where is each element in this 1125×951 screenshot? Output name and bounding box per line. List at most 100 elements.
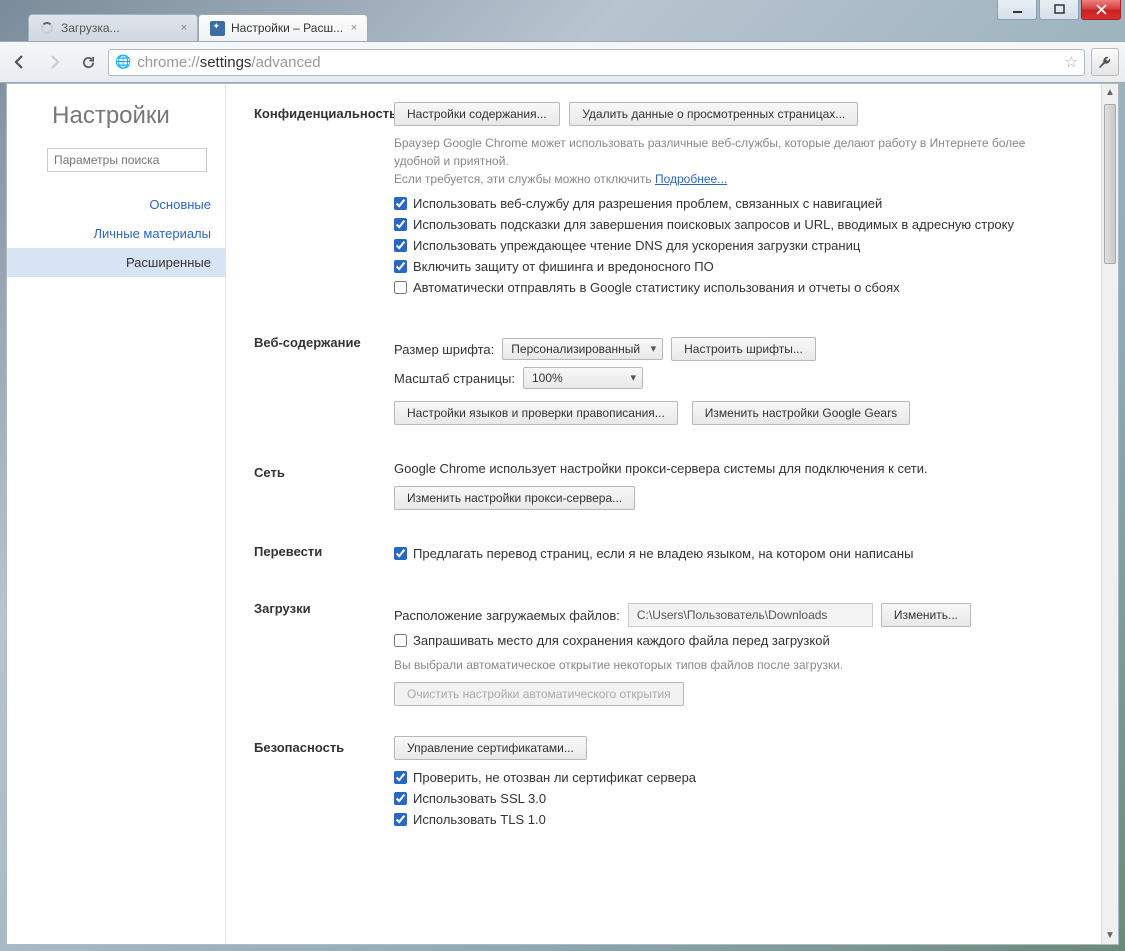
wrench-favicon-icon (209, 20, 225, 36)
chk-phishing: Включить защиту от фишинга и вредоносног… (394, 259, 1073, 274)
section-title-translate: Перевести (254, 540, 394, 567)
tab-strip: Загрузка... × Настройки – Расш... × (0, 0, 1125, 41)
chk-phishing-box[interactable] (394, 260, 407, 273)
forward-button[interactable] (40, 48, 68, 76)
tab-label: Настройки – Расш... (231, 21, 343, 35)
chk-label: Использовать веб-службу для разрешения п… (413, 196, 882, 211)
chk-navigation-error: Использовать веб-службу для разрешения п… (394, 196, 1073, 211)
tab-loading[interactable]: Загрузка... × (28, 14, 198, 41)
section-title-privacy: Конфиденциальность (254, 102, 394, 301)
section-title-webcontent: Веб-содержание (254, 331, 394, 431)
chk-ssl3: Использовать SSL 3.0 (394, 791, 1073, 806)
change-download-button[interactable]: Изменить... (881, 603, 971, 627)
clear-auto-open-button[interactable]: Очистить настройки автоматического откры… (394, 682, 684, 706)
content-settings-button[interactable]: Настройки содержания... (394, 102, 560, 126)
scroll-down-icon[interactable]: ▼ (1102, 927, 1118, 944)
download-location-label: Расположение загружаемых файлов: (394, 608, 620, 623)
wrench-menu-button[interactable] (1091, 48, 1119, 76)
nav-item-personal[interactable]: Личные материалы (7, 219, 225, 248)
chk-ask-save: Запрашивать место для сохранения каждого… (394, 633, 1073, 648)
tab-close-icon[interactable]: × (177, 21, 191, 35)
settings-sidebar: Настройки Основные Личные материалы Расш… (7, 84, 226, 944)
chk-translate-box[interactable] (394, 547, 407, 560)
window-controls (997, 0, 1121, 20)
language-settings-button[interactable]: Настройки языков и проверки правописания… (394, 401, 678, 425)
globe-icon: 🌐 (115, 54, 131, 70)
section-privacy: Конфиденциальность Настройки содержания.… (254, 102, 1073, 301)
url-host: settings (200, 54, 252, 71)
tab-label: Загрузка... (61, 21, 120, 35)
font-size-select[interactable]: Персонализированный (502, 338, 663, 360)
privacy-help-text: Браузер Google Chrome может использовать… (394, 134, 1073, 188)
bookmark-star-icon[interactable]: ☆ (1065, 53, 1078, 71)
chk-label: Автоматически отправлять в Google статис… (413, 280, 900, 295)
section-webcontent: Веб-содержание Размер шрифта: Персонализ… (254, 331, 1073, 431)
url-scheme: chrome:// (137, 54, 200, 71)
close-button[interactable] (1081, 0, 1121, 20)
reload-button[interactable] (74, 48, 102, 76)
nav-item-advanced[interactable]: Расширенные (7, 248, 225, 277)
chk-navigation-error-box[interactable] (394, 197, 407, 210)
chk-label: Предлагать перевод страниц, если я не вл… (413, 546, 913, 561)
learn-more-link[interactable]: Подробнее... (655, 172, 727, 186)
proxy-settings-button[interactable]: Изменить настройки прокси-сервера... (394, 486, 635, 510)
scroll-up-icon[interactable]: ▲ (1102, 84, 1118, 101)
spinner-icon (39, 20, 55, 36)
settings-main: Конфиденциальность Настройки содержания.… (226, 84, 1101, 944)
minimize-button[interactable] (997, 0, 1037, 20)
chk-cert-revocation-box[interactable] (394, 771, 407, 784)
section-title-security: Безопасность (254, 736, 394, 833)
section-title-downloads: Загрузки (254, 597, 394, 706)
maximize-button[interactable] (1039, 0, 1079, 20)
chk-dns-prefetch-box[interactable] (394, 239, 407, 252)
scroll-thumb[interactable] (1104, 104, 1116, 264)
font-size-label: Размер шрифта: (394, 342, 494, 357)
configure-fonts-button[interactable]: Настроить шрифты... (671, 337, 816, 361)
address-bar[interactable]: 🌐 chrome://settings/advanced ☆ (108, 49, 1085, 76)
nav-item-basic[interactable]: Основные (7, 190, 225, 219)
back-button[interactable] (6, 48, 34, 76)
chk-cert-revocation: Проверить, не отозван ли сертификат серв… (394, 770, 1073, 785)
page-title: Настройки (7, 102, 225, 130)
google-gears-button[interactable]: Изменить настройки Google Gears (692, 401, 910, 425)
chk-ssl3-box[interactable] (394, 792, 407, 805)
browser-toolbar: 🌐 chrome://settings/advanced ☆ (0, 41, 1125, 83)
url-path: /advanced (251, 54, 320, 71)
chk-stats: Автоматически отправлять в Google статис… (394, 280, 1073, 295)
chk-suggestions: Использовать подсказки для завершения по… (394, 217, 1073, 232)
chk-label: Использовать упреждающее чтение DNS для … (413, 238, 860, 253)
chk-translate: Предлагать перевод страниц, если я не вл… (394, 546, 1073, 561)
chk-stats-box[interactable] (394, 281, 407, 294)
section-security: Безопасность Управление сертификатами...… (254, 736, 1073, 833)
content-area: Настройки Основные Личные материалы Расш… (6, 83, 1119, 945)
section-translate: Перевести Предлагать перевод страниц, ес… (254, 540, 1073, 567)
download-path-input[interactable]: C:\Users\Пользователь\Downloads (628, 603, 873, 627)
chk-label: Использовать SSL 3.0 (413, 791, 546, 806)
section-title-network: Сеть (254, 461, 394, 510)
chk-dns-prefetch: Использовать упреждающее чтение DNS для … (394, 238, 1073, 253)
zoom-label: Масштаб страницы: (394, 371, 515, 386)
network-desc: Google Chrome использует настройки прокс… (394, 461, 1073, 476)
manage-certs-button[interactable]: Управление сертификатами... (394, 736, 587, 760)
vertical-scrollbar[interactable]: ▲ ▼ (1101, 84, 1118, 944)
settings-search-input[interactable] (47, 148, 207, 172)
section-downloads: Загрузки Расположение загружаемых файлов… (254, 597, 1073, 706)
tab-settings[interactable]: Настройки – Расш... × (198, 14, 368, 41)
settings-nav: Основные Личные материалы Расширенные (7, 190, 225, 277)
chk-label: Запрашивать место для сохранения каждого… (413, 633, 830, 648)
tab-close-icon[interactable]: × (347, 21, 361, 35)
chk-suggestions-box[interactable] (394, 218, 407, 231)
zoom-select[interactable]: 100% (523, 367, 643, 389)
chk-label: Включить защиту от фишинга и вредоносног… (413, 259, 714, 274)
chk-label: Использовать подсказки для завершения по… (413, 217, 1014, 232)
chk-label: Использовать TLS 1.0 (413, 812, 546, 827)
privacy-desc1: Браузер Google Chrome может использовать… (394, 136, 1025, 168)
clear-browsing-button[interactable]: Удалить данные о просмотренных страницах… (569, 102, 858, 126)
auto-open-desc: Вы выбрали автоматическое открытие некот… (394, 656, 1073, 674)
section-network: Сеть Google Chrome использует настройки … (254, 461, 1073, 510)
privacy-desc2: Если требуется, эти службы можно отключи… (394, 172, 655, 186)
chk-label: Проверить, не отозван ли сертификат серв… (413, 770, 696, 785)
chk-tls1-box[interactable] (394, 813, 407, 826)
chk-ask-save-box[interactable] (394, 634, 407, 647)
chk-tls1: Использовать TLS 1.0 (394, 812, 1073, 827)
